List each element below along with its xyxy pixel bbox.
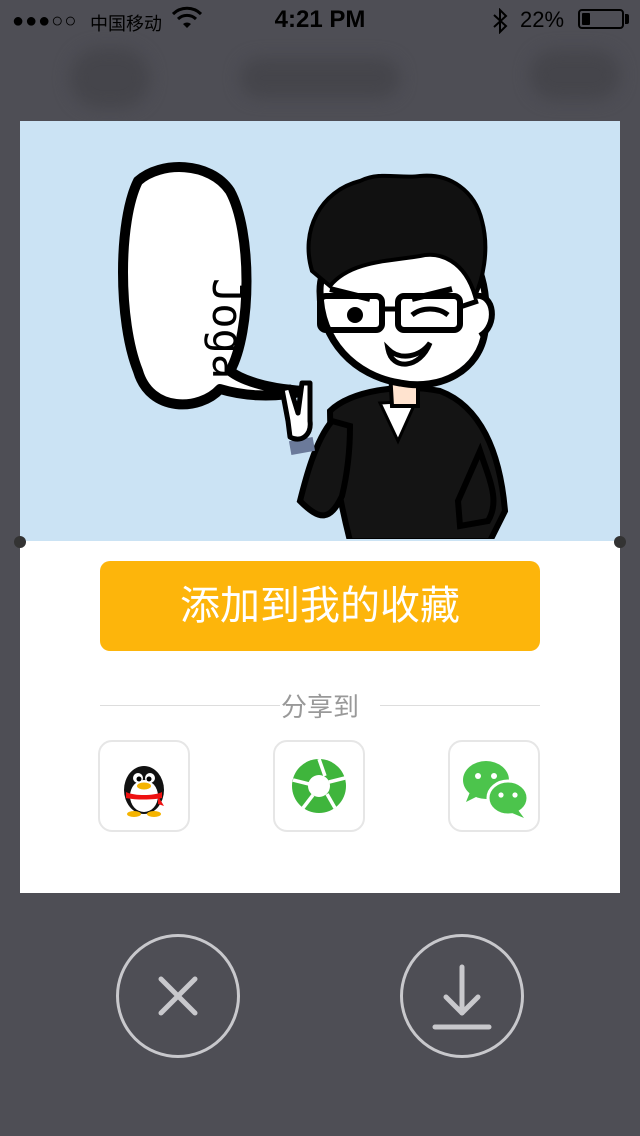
- divider-right: [380, 705, 540, 706]
- battery-fill: [582, 13, 591, 25]
- sticker-card: Joga 添加到我的收藏 分享到: [14, 121, 626, 893]
- bluetooth-icon: [493, 8, 508, 34]
- battery-icon: [578, 9, 624, 29]
- background-blur: [70, 48, 150, 108]
- speech-bubble-letters: Joga: [203, 278, 252, 379]
- battery-percent: 22%: [520, 7, 565, 32]
- close-button[interactable]: [116, 934, 240, 1058]
- share-wechat-button[interactable]: [448, 740, 540, 832]
- qq-penguin-icon: [124, 766, 164, 817]
- battery-nub: [625, 14, 629, 24]
- download-button[interactable]: [400, 934, 524, 1058]
- background-blur: [530, 50, 620, 100]
- share-qq-button[interactable]: [98, 740, 190, 832]
- background-blur: [240, 58, 400, 98]
- cartoon-character-image: Joga: [118, 162, 509, 541]
- aperture-icon: [292, 758, 346, 813]
- speech-bubble-label: Joga: [203, 278, 252, 379]
- download-icon: [432, 964, 492, 1030]
- card-notch-left: [14, 536, 26, 548]
- add-to-favorites-button[interactable]: 添加到我的收藏: [100, 561, 540, 651]
- share-qzone-button[interactable]: [273, 740, 365, 832]
- illustration-edge: [20, 539, 620, 541]
- wechat-icon: [463, 761, 530, 818]
- card-notch-right: [614, 536, 626, 548]
- close-icon: [158, 976, 198, 1016]
- sticker-illustration: Joga: [20, 121, 620, 541]
- status-bar: ●●●○○ 中国移动 4:21 PM 22%: [0, 0, 640, 40]
